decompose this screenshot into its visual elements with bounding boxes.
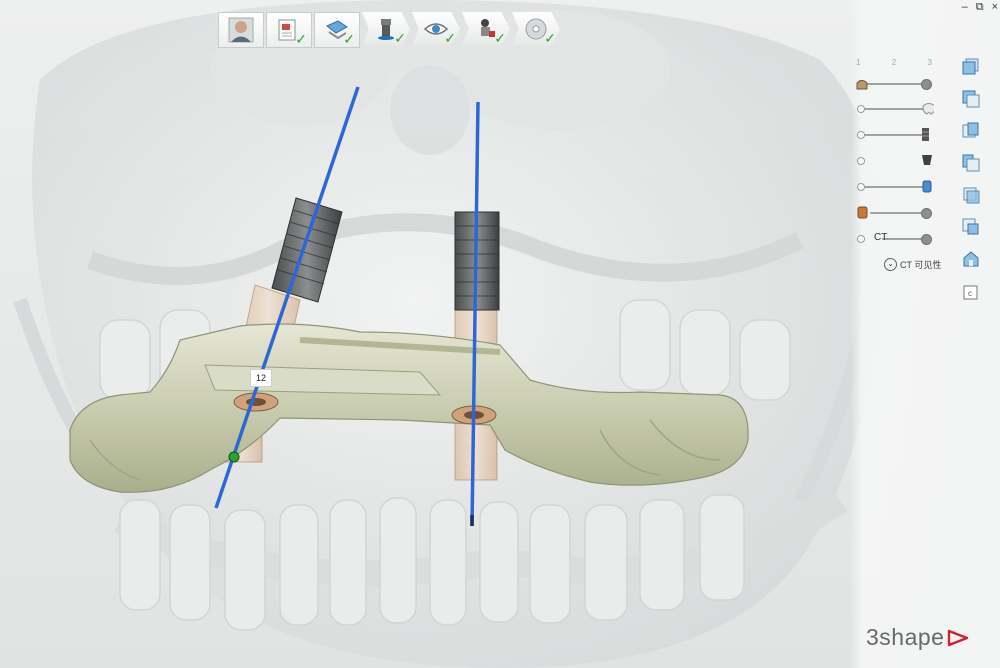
visibility-row-abutment[interactable] — [856, 154, 936, 168]
visibility-row-ct[interactable]: CT — [856, 232, 936, 246]
ct-volume-icon: CT — [874, 232, 888, 243]
opacity-slider-knob[interactable] — [921, 208, 932, 219]
visibility-row-drill[interactable] — [856, 206, 936, 220]
visibility-row-implant[interactable] — [856, 128, 936, 142]
ct-visibility-toggle[interactable]: ⌄ CT 可见性 — [884, 258, 941, 271]
workflow-step-case[interactable]: ✓ — [266, 12, 312, 48]
workflow-step-sleeve[interactable]: ✓ — [462, 12, 510, 46]
back-view-icon[interactable] — [962, 90, 980, 108]
column-3[interactable]: 3 — [928, 58, 932, 67]
brand-triangle-icon — [948, 629, 969, 646]
workflow-step-view[interactable]: ✓ — [412, 12, 460, 46]
workflow-step-patient[interactable] — [218, 12, 264, 48]
workflow-step-export[interactable]: ✓ — [512, 12, 560, 46]
bottom-view-icon[interactable] — [962, 218, 980, 236]
column-1[interactable]: 1 — [856, 58, 860, 67]
top-view-icon[interactable] — [962, 186, 980, 204]
window-controls: – ⧉ × — [962, 0, 998, 14]
workflow-step-implant[interactable]: ✓ — [362, 12, 410, 46]
implant-site-label[interactable]: 12 — [250, 369, 272, 387]
drill-sleeve-icon — [857, 206, 868, 219]
workflow-bar: ✓ ✓ ✓ ✓ ✓ ✓ — [218, 12, 560, 48]
sleeve-cylinder-icon — [922, 180, 932, 193]
abutment-icon — [922, 155, 932, 165]
restore-button[interactable]: ⧉ — [976, 0, 984, 14]
step-complete-check: ✓ — [343, 31, 355, 47]
ct-visibility-label: CT 可见性 — [900, 260, 942, 270]
visibility-radio[interactable] — [857, 235, 865, 243]
implant-screw-icon — [922, 128, 929, 141]
column-2[interactable]: 2 — [892, 58, 896, 67]
app-window: 12 ✓ ✓ ✓ ✓ ✓ ✓ – ⧉ × 1 2 3 CT ⌄ CT 可见性 c… — [0, 0, 1000, 668]
jaw-model-icon — [856, 80, 868, 90]
patient-photo-icon — [228, 17, 254, 43]
opacity-slider-track[interactable] — [864, 134, 928, 136]
step-complete-check: ✓ — [295, 31, 307, 47]
opacity-slider-track[interactable] — [870, 212, 928, 214]
visibility-panel: – ⧉ × 1 2 3 CT ⌄ CT 可见性 c — [850, 0, 1000, 668]
minimize-button[interactable]: – — [962, 0, 968, 14]
step-complete-check: ✓ — [544, 30, 556, 46]
visibility-row-crown[interactable] — [856, 102, 936, 116]
chevron-down-icon: ⌄ — [884, 258, 897, 271]
workflow-step-scan[interactable]: ✓ — [314, 12, 360, 48]
step-complete-check: ✓ — [494, 30, 506, 46]
ct-skull-render — [13, 0, 884, 668]
brand-logo: 3shape — [866, 624, 969, 651]
opacity-slider-knob[interactable] — [921, 234, 932, 245]
front-view-icon[interactable] — [962, 58, 980, 76]
right-view-icon[interactable] — [962, 154, 980, 172]
visibility-row-sleeve[interactable] — [856, 180, 936, 194]
opacity-slider-track[interactable] — [864, 108, 928, 110]
opacity-slider-knob[interactable] — [921, 79, 932, 90]
close-button[interactable]: × — [992, 0, 998, 14]
tooth-crown-icon — [922, 103, 934, 115]
visibility-row-jaw[interactable] — [856, 77, 936, 91]
visibility-column-headers: 1 2 3 — [856, 58, 932, 67]
opacity-slider-track[interactable] — [864, 186, 928, 188]
opacity-slider-track[interactable] — [864, 83, 928, 85]
visibility-radio[interactable] — [857, 157, 865, 165]
left-view-icon[interactable] — [962, 122, 980, 140]
step-complete-check: ✓ — [444, 30, 456, 46]
home-view-icon[interactable] — [962, 250, 980, 268]
brand-name: 3shape — [866, 624, 945, 650]
svg-text:c: c — [968, 289, 972, 298]
snapshot-icon[interactable]: c — [962, 283, 980, 301]
step-complete-check: ✓ — [394, 30, 406, 46]
